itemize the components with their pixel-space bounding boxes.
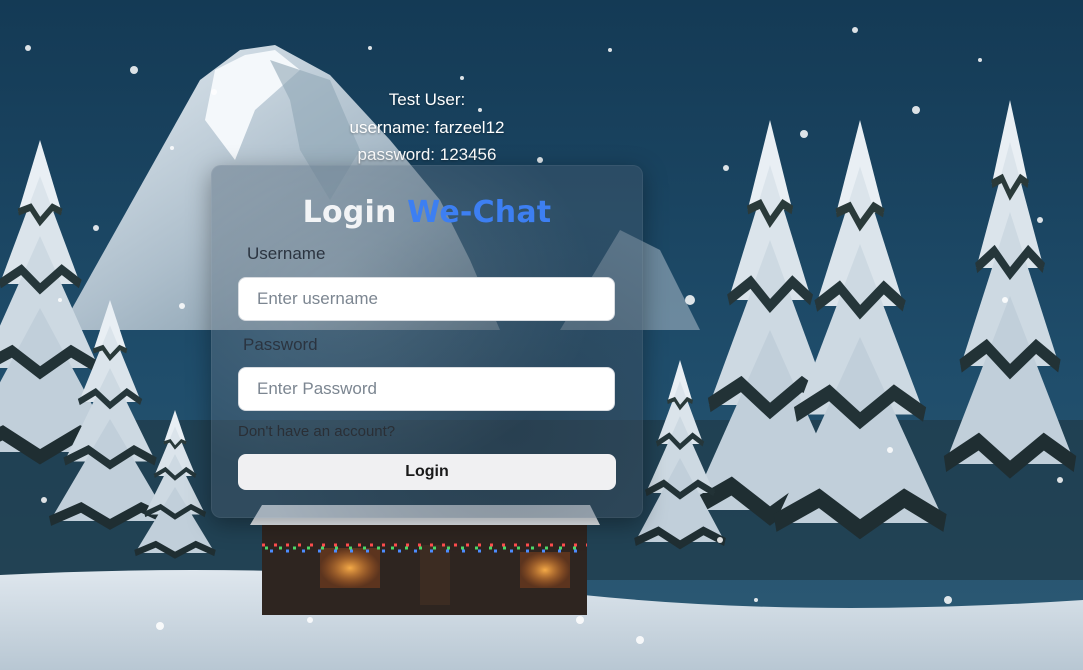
test-user-heading: Test User:: [388, 90, 466, 109]
username-label: Username: [247, 244, 326, 263]
username-input[interactable]: [238, 277, 615, 321]
login-card: Login We-Chat Username Password Don't ha…: [211, 165, 643, 518]
test-user-hint: Test User: username: farzeel12 password:…: [0, 86, 854, 169]
cabin-illustration: [250, 505, 600, 615]
password-input[interactable]: [238, 367, 615, 411]
brand-name: We-Chat: [407, 195, 552, 230]
login-button[interactable]: Login: [238, 454, 616, 490]
login-title-prefix: Login: [302, 195, 397, 230]
test-username-line: username: farzeel12: [349, 117, 505, 137]
login-title: Login We-Chat: [211, 195, 643, 230]
password-label: Password: [243, 335, 318, 354]
signup-link[interactable]: Don't have an account?: [238, 423, 395, 440]
